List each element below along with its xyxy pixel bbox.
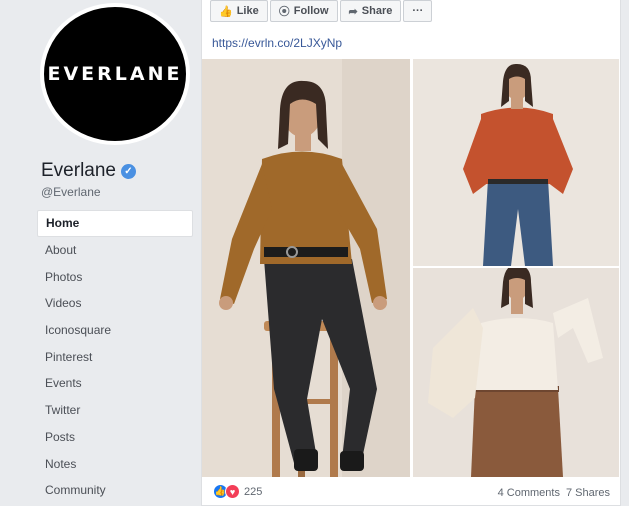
nav-item-about[interactable]: About [37, 237, 193, 264]
post-link[interactable]: https://evrln.co/2LJXyNp [212, 36, 342, 50]
rss-icon: ⦿ [278, 6, 290, 18]
like-label: Like [236, 5, 259, 17]
page-title[interactable]: Everlane ✓ [41, 160, 136, 182]
page-action-bar: 👍 Like ⦿ Follow ➦ Share ··· [210, 0, 433, 22]
nav-item-twitter[interactable]: Twitter [37, 397, 193, 424]
nav-item-photos[interactable]: Photos [37, 263, 193, 290]
post-stats: 4 Comments 7 Shares [498, 487, 610, 499]
post-photo-top-right[interactable] [413, 59, 619, 266]
follow-button[interactable]: ⦿ Follow [269, 0, 338, 22]
share-label: Share [361, 5, 393, 17]
follow-label: Follow [293, 5, 329, 17]
nav-item-community[interactable]: Community [37, 477, 193, 504]
model-jacket-illustration [413, 268, 619, 477]
nav-item-pinterest[interactable]: Pinterest [37, 343, 193, 370]
post-photo-main[interactable] [202, 59, 410, 477]
like-button[interactable]: 👍 Like [210, 0, 268, 22]
page-handle[interactable]: @Everlane [41, 185, 101, 199]
shares-count-link[interactable]: 7 Shares [566, 487, 610, 499]
nav-item-posts[interactable]: Posts [37, 424, 193, 451]
nav-item-notes[interactable]: Notes [37, 450, 193, 477]
nav-item-events[interactable]: Events [37, 370, 193, 397]
model-seated-illustration [202, 59, 410, 477]
page-nav: Home About Photos Videos Iconosquare Pin… [37, 210, 193, 504]
page-profile-picture[interactable]: EVERLANE [40, 3, 190, 145]
post-photo-bottom-right[interactable] [413, 268, 619, 477]
model-standing-illustration [413, 59, 619, 266]
nav-item-home[interactable]: Home [37, 210, 193, 237]
nav-item-videos[interactable]: Videos [37, 290, 193, 317]
more-options-button[interactable]: ··· [403, 0, 433, 22]
share-arrow-icon: ➦ [348, 5, 358, 18]
love-reaction-icon: ♥ [225, 484, 240, 499]
nav-item-iconosquare[interactable]: Iconosquare [37, 317, 193, 344]
more-icon: ··· [412, 5, 424, 17]
verified-badge-icon: ✓ [121, 163, 136, 179]
reaction-count: 225 [244, 485, 263, 498]
page-name-text: Everlane [41, 160, 116, 181]
thumbs-up-icon: 👍 [219, 5, 233, 18]
reactions-summary[interactable]: 👍 ♥ 225 [213, 484, 262, 499]
page-logo-text: EVERLANE [47, 63, 183, 85]
comments-count-link[interactable]: 4 Comments [498, 487, 560, 499]
share-button[interactable]: ➦ Share [339, 0, 402, 22]
